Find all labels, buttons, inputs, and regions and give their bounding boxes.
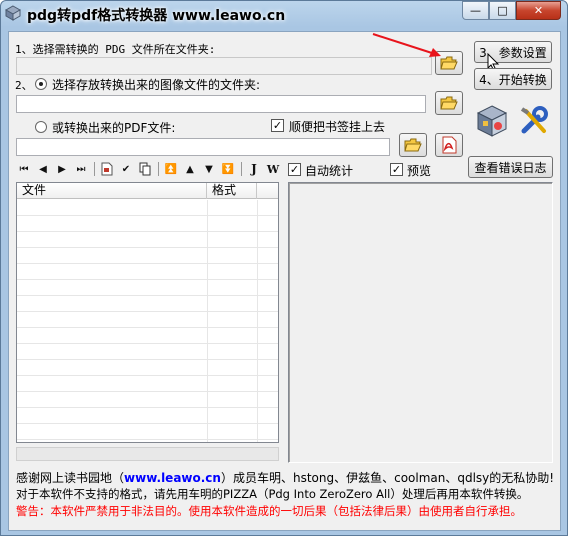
file-list-scrollbar[interactable] <box>16 447 279 461</box>
view-error-log-label: 查看错误日志 <box>474 160 547 175</box>
grid-column-line <box>207 200 208 442</box>
move-bottom-icon[interactable]: ⏬ <box>221 161 235 177</box>
grid-line <box>17 423 278 424</box>
column-header-file[interactable]: 文件 <box>17 183 207 199</box>
leawo-link[interactable]: www.leawo.cn <box>124 471 221 485</box>
copy-icon[interactable] <box>138 161 152 177</box>
grid-line <box>17 263 278 264</box>
pdf-file-field[interactable] <box>16 138 390 156</box>
file-list-rows <box>17 200 278 442</box>
step2-label: 2、 <box>15 79 33 92</box>
grid-line <box>17 407 278 408</box>
move-top-icon[interactable]: ⏫ <box>164 161 178 177</box>
grid-line <box>17 327 278 328</box>
grid-line <box>17 391 278 392</box>
folder-open-icon <box>404 138 422 152</box>
red-arrow-annotation <box>372 33 441 57</box>
toolbar-separator <box>158 162 159 176</box>
browse-image-folder-button[interactable] <box>435 91 463 115</box>
step1-label: 1、选择需转换的 PDG 文件所在文件夹: <box>15 43 216 56</box>
grid-line <box>17 359 278 360</box>
grid-line <box>17 439 278 440</box>
jump-icon[interactable]: J <box>247 161 261 177</box>
add-file-icon[interactable] <box>100 161 114 177</box>
browse-pdf-file-button[interactable] <box>399 133 427 157</box>
preview-label: 预览 <box>407 164 432 178</box>
app-icon <box>4 5 22 21</box>
grid-line <box>17 247 278 248</box>
thanks-line: 感谢网上读书园地（www.leawo.cn）成员车明、hstong、伊兹鱼、co… <box>16 469 554 486</box>
minimize-icon: — <box>470 4 481 17</box>
maximize-button[interactable]: □ <box>489 1 516 20</box>
minimize-button[interactable]: — <box>462 1 489 20</box>
preview-pane <box>288 182 553 463</box>
pdf-icon <box>442 136 457 154</box>
window-title: pdg转pdf格式转换器 www.leawo.cn <box>27 8 286 24</box>
preview-checkbox[interactable]: ✓ <box>390 163 403 176</box>
file-list-header: 文件 格式 <box>17 183 278 199</box>
list-toolbar: ⏮ ◀ ▶ ⏭ ✔ ⏫ ▲ ▼ ⏬ J W <box>17 160 285 178</box>
app-window: pdg转pdf格式转换器 www.leawo.cn — □ ✕ 1、选择需转换的… <box>0 0 568 536</box>
column-header-filler <box>257 183 278 199</box>
file-list[interactable]: 文件 格式 <box>16 182 279 443</box>
column-header-format[interactable]: 格式 <box>207 183 257 199</box>
grid-line <box>17 231 278 232</box>
start-convert-button-label: 4、开始转换 <box>479 72 547 87</box>
grid-line <box>17 375 278 376</box>
grid-line <box>17 343 278 344</box>
image-folder-radio-label: 选择存放转换出来的图像文件的文件夹: <box>52 78 261 92</box>
auto-stats-checkbox[interactable]: ✓ <box>288 163 301 176</box>
move-down-icon[interactable]: ▼ <box>202 161 216 177</box>
last-icon[interactable]: ⏭ <box>74 161 88 177</box>
title-bar[interactable]: pdg转pdf格式转换器 www.leawo.cn — □ ✕ <box>1 1 567 29</box>
toolbar-separator <box>94 162 95 176</box>
pdf-file-radio-label: 或转换出来的PDF文件: <box>52 121 176 135</box>
next-icon[interactable]: ▶ <box>55 161 69 177</box>
grid-line <box>17 215 278 216</box>
client-area: 1、选择需转换的 PDG 文件所在文件夹: 3、参数设置 4、开始转换 2、 选… <box>8 31 561 531</box>
bookmark-checkbox[interactable]: ✓ <box>271 119 284 132</box>
folder-open-icon <box>440 96 458 110</box>
previous-icon[interactable]: ◀ <box>36 161 50 177</box>
pdf-output-button[interactable] <box>435 133 463 157</box>
check-icon[interactable]: ✔ <box>119 161 133 177</box>
thanks-suffix: ）成员车明、hstong、伊兹鱼、coolman、qdlsy的无私协助! <box>220 471 555 485</box>
close-button[interactable]: ✕ <box>516 1 561 20</box>
bookmark-checkbox-label: 顺便把书签挂上去 <box>289 120 386 134</box>
grid-line <box>17 311 278 312</box>
note-line: 对于本软件不支持的格式，请先用车明的PIZZA（Pdg Into ZeroZer… <box>16 487 529 501</box>
image-folder-field[interactable] <box>16 95 426 113</box>
wrap-icon[interactable]: W <box>266 161 280 177</box>
grid-line <box>17 279 278 280</box>
tools-icon[interactable] <box>518 105 550 140</box>
warning-line: 警告：本软件严禁用于非法目的。使用本软件造成的一切后果（包括法律后果）由使用者自… <box>16 504 522 518</box>
toolbar-separator <box>241 162 242 176</box>
auto-stats-label: 自动统计 <box>305 164 354 178</box>
view-error-log-button[interactable]: 查看错误日志 <box>468 156 553 178</box>
grid-line <box>17 295 278 296</box>
grid-column-line <box>257 200 258 442</box>
pdf-file-radio[interactable] <box>35 121 47 133</box>
move-up-icon[interactable]: ▲ <box>183 161 197 177</box>
first-icon[interactable]: ⏮ <box>17 161 31 177</box>
package-icon[interactable] <box>476 104 508 141</box>
settings-button[interactable]: 3、参数设置 <box>474 41 552 63</box>
close-icon: ✕ <box>533 4 544 17</box>
maximize-icon: □ <box>497 4 508 17</box>
thanks-prefix: 感谢网上读书园地（ <box>16 471 125 485</box>
image-folder-radio[interactable] <box>35 78 47 90</box>
start-convert-button[interactable]: 4、开始转换 <box>474 68 552 90</box>
